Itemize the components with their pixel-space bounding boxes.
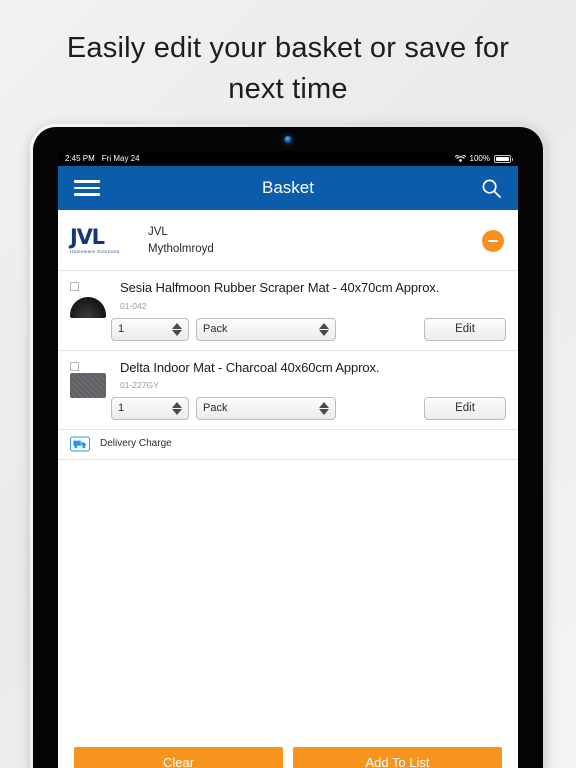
supplier-location: Mytholmroyd xyxy=(148,242,214,255)
unit-select[interactable]: Pack xyxy=(196,396,336,420)
supplier-row[interactable]: JVL Homeware Solutions JVL Mytholmroyd xyxy=(58,210,518,272)
unit-value: Pack xyxy=(203,323,228,336)
page-title: Easily edit your basket or save for next… xyxy=(66,32,510,106)
status-bar: 2:45 PM Fri May 24 100% xyxy=(58,151,518,166)
item-title: Delta Indoor Mat - Charcoal 40x60cm Appr… xyxy=(120,359,380,375)
search-icon[interactable] xyxy=(481,178,502,199)
status-time: 2:45 PM xyxy=(65,154,95,163)
tablet-device-frame: 2:45 PM Fri May 24 100% Basket JVL Homew… xyxy=(30,124,546,768)
item-sku: 01-227GY xyxy=(120,379,159,390)
device-bezel: 2:45 PM Fri May 24 100% Basket JVL Homew… xyxy=(33,127,543,768)
basket-empty-space xyxy=(58,459,518,747)
unit-value: Pack xyxy=(203,402,228,415)
item-checkbox[interactable] xyxy=(70,361,79,371)
jvl-logo-mark: JVL xyxy=(70,225,105,250)
device-screen: 2:45 PM Fri May 24 100% Basket JVL Homew… xyxy=(58,151,518,768)
stepper-arrows-icon xyxy=(319,322,329,336)
edit-item-button[interactable]: Edit xyxy=(424,317,506,341)
delivery-truck-icon xyxy=(70,436,90,452)
jvl-logo: JVL Homeware Solutions xyxy=(70,225,132,255)
quantity-value: 1 xyxy=(118,402,125,415)
quantity-stepper[interactable]: 1 xyxy=(111,396,189,420)
clear-button[interactable]: Clear xyxy=(74,747,283,768)
battery-percent-label: 100% xyxy=(469,154,490,163)
delivery-charge-row[interactable]: Delivery Charge xyxy=(58,430,518,460)
front-camera-icon xyxy=(284,136,292,143)
stepper-arrows-icon xyxy=(172,322,182,336)
battery-icon xyxy=(494,154,513,163)
wifi-icon xyxy=(454,154,466,162)
add-to-list-button[interactable]: Add To List xyxy=(293,747,502,768)
basket-footer: Clear Add To List Checkout xyxy=(58,747,518,768)
navigation-bar: Basket xyxy=(58,166,518,210)
navbar-title: Basket xyxy=(262,178,314,197)
quantity-stepper[interactable]: 1 xyxy=(111,317,189,341)
basket-item-row[interactable]: Delta Indoor Mat - Charcoal 40x60cm Appr… xyxy=(58,351,518,430)
hamburger-menu-icon[interactable] xyxy=(74,176,100,200)
basket-item-row[interactable]: Sesia Halfmoon Rubber Scraper Mat - 40x7… xyxy=(58,271,518,351)
unit-select[interactable]: Pack xyxy=(196,317,336,341)
item-title: Sesia Halfmoon Rubber Scraper Mat - 40x7… xyxy=(120,280,440,296)
supplier-details: JVL Mytholmroyd xyxy=(148,224,214,257)
stepper-arrows-icon xyxy=(172,401,182,415)
item-thumbnail xyxy=(70,372,106,398)
item-sku: 01-042 xyxy=(120,300,147,311)
status-date: Fri May 24 xyxy=(101,154,140,163)
supplier-name: JVL xyxy=(148,226,168,238)
stepper-arrows-icon xyxy=(319,401,329,415)
jvl-logo-tagline: Homeware Solutions xyxy=(70,249,120,255)
item-checkbox[interactable] xyxy=(70,282,79,292)
edit-item-button[interactable]: Edit xyxy=(424,396,506,420)
quantity-value: 1 xyxy=(118,323,125,336)
remove-supplier-button[interactable] xyxy=(482,229,504,252)
delivery-charge-label: Delivery Charge xyxy=(100,438,172,450)
minus-icon xyxy=(488,239,498,242)
